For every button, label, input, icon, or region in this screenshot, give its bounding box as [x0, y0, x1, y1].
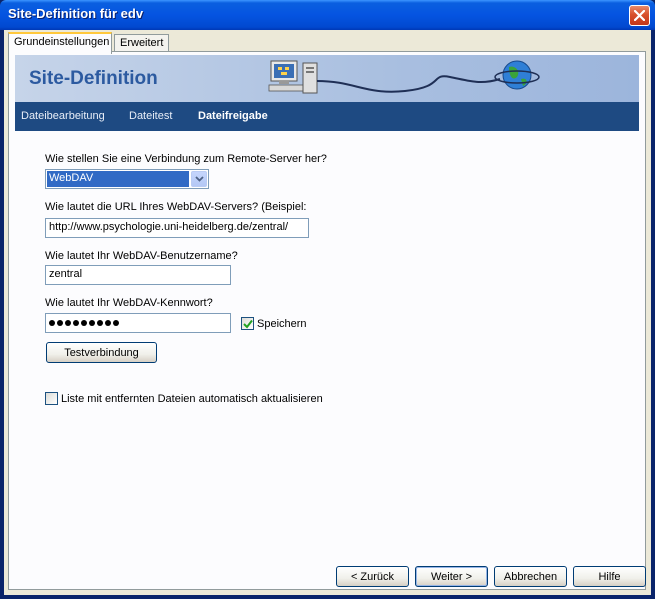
cancel-button[interactable]: Abbrechen	[494, 566, 567, 587]
auto-refresh-checkbox[interactable]	[45, 392, 58, 405]
back-button[interactable]: < Zurück	[336, 566, 409, 587]
connection-label: Wie stellen Sie eine Verbindung zum Remo…	[45, 153, 327, 165]
password-mask-dot	[113, 320, 119, 327]
connection-select[interactable]: WebDAV	[45, 169, 209, 189]
url-label: Wie lautet die URL Ihres WebDAV-Servers?…	[45, 201, 307, 213]
checkmark-icon	[243, 319, 253, 329]
test-connection-button[interactable]: Testverbindung	[46, 342, 157, 363]
username-label: Wie lautet Ihr WebDAV-Benutzername?	[45, 250, 238, 262]
password-mask-dot	[89, 320, 95, 327]
password-mask-dot	[81, 320, 87, 327]
nav-dateitest[interactable]: Dateitest	[129, 110, 172, 122]
password-mask-dot	[57, 320, 63, 327]
nav-dateifreigabe[interactable]: Dateifreigabe	[198, 110, 268, 122]
password-label: Wie lautet Ihr WebDAV-Kennwort?	[45, 297, 213, 309]
url-input[interactable]: http://www.psychologie.uni-heidelberg.de…	[45, 218, 309, 238]
next-button[interactable]: Weiter >	[415, 566, 488, 587]
password-mask-dot	[49, 320, 55, 327]
connection-select-value: WebDAV	[47, 171, 189, 187]
banner-title: Site-Definition	[29, 68, 158, 89]
section-nav: Dateibearbeitung Dateitest Dateifreigabe	[15, 102, 639, 131]
auto-refresh-label[interactable]: Liste mit entfernten Dateien automatisch…	[61, 393, 323, 405]
save-password-checkbox[interactable]	[241, 317, 254, 330]
password-mask-dot	[97, 320, 103, 327]
password-mask-dot	[65, 320, 71, 327]
nav-dateibearbeitung[interactable]: Dateibearbeitung	[21, 110, 105, 122]
dropdown-button[interactable]	[191, 171, 207, 187]
dialog-client: Grundeinstellungen Erweitert Site-Defini…	[4, 30, 651, 595]
password-mask-dot	[105, 320, 111, 327]
password-input[interactable]	[45, 313, 231, 333]
username-input[interactable]: zentral	[45, 265, 231, 285]
password-mask-dot	[73, 320, 79, 327]
tab-grundeinstellungen[interactable]: Grundeinstellungen	[8, 32, 112, 54]
tab-panel: Site-Definition Dateibearbeitung Dateite…	[8, 51, 646, 590]
network-globe-icon	[268, 60, 540, 94]
dialog-window: Site-Definition für edv Grundeinstellung…	[0, 0, 655, 599]
chevron-down-icon	[195, 176, 204, 182]
save-password-label[interactable]: Speichern	[257, 318, 307, 330]
banner: Site-Definition	[15, 55, 639, 102]
help-button[interactable]: Hilfe	[573, 566, 646, 587]
title-bar[interactable]: Site-Definition für edv	[0, 0, 655, 30]
window-title: Site-Definition für edv	[8, 6, 144, 21]
close-icon	[634, 10, 645, 21]
close-button[interactable]	[629, 5, 650, 26]
